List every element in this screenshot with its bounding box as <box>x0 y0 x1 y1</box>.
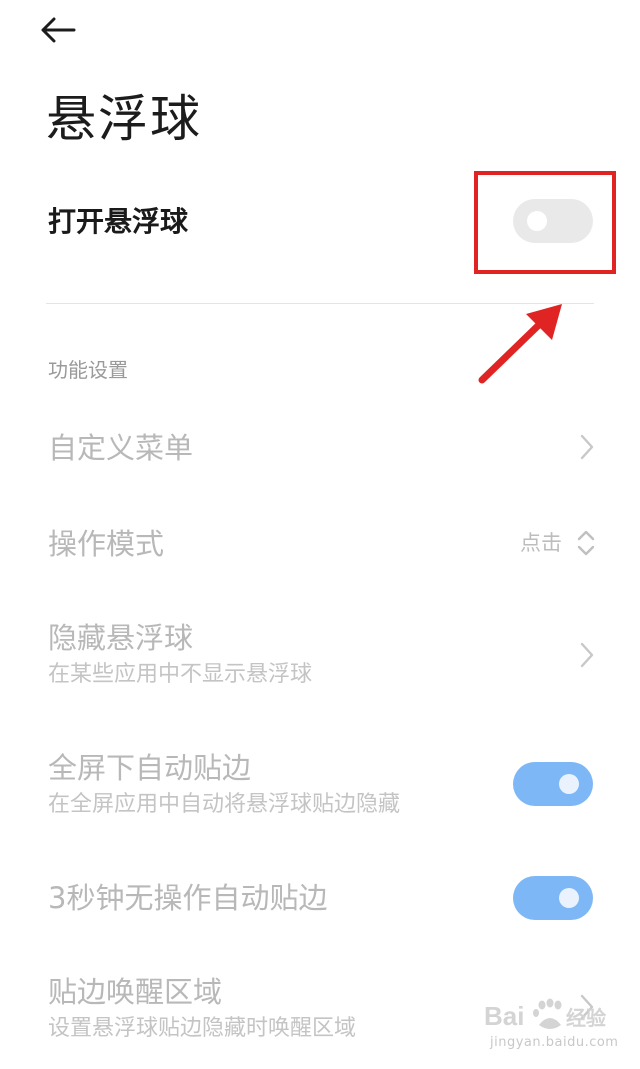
row-title: 3秒钟无操作自动贴边 <box>48 881 328 915</box>
chevron-right-icon <box>580 642 594 668</box>
idle-auto-edge-row[interactable]: 3秒钟无操作自动贴边 <box>0 870 640 926</box>
master-toggle-label: 打开悬浮球 <box>48 205 189 238</box>
svg-text:Bai: Bai <box>484 1001 524 1031</box>
settings-screen: 悬浮球 打开悬浮球 功能设置 自定义菜单 操作模式 点击 隐藏悬浮球 在某些应用… <box>0 0 640 1069</box>
switch-knob <box>559 774 579 794</box>
row-title: 全屏下自动贴边 <box>48 751 252 785</box>
baidu-paw-logo-icon: Bai 经验 <box>484 998 606 1031</box>
fullscreen-auto-edge-row[interactable]: 全屏下自动贴边 在全屏应用中自动将悬浮球贴边隐藏 <box>0 746 640 826</box>
row-subtitle: 在全屏应用中自动将悬浮球贴边隐藏 <box>48 792 401 817</box>
page-title: 悬浮球 <box>46 90 202 148</box>
arrow-left-icon <box>41 17 76 43</box>
back-button[interactable] <box>40 8 96 52</box>
chevron-right-icon <box>580 434 594 460</box>
row-title: 操作模式 <box>48 527 165 561</box>
row-title: 隐藏悬浮球 <box>48 621 194 655</box>
row-title: 贴边唤醒区域 <box>48 975 223 1009</box>
chevron-up-down-icon <box>577 530 595 556</box>
annotation-arrow-icon <box>478 304 562 384</box>
row-subtitle: 设置悬浮球贴边隐藏时唤醒区域 <box>48 1016 357 1041</box>
watermark: Bai 经验 jingyan.baidu.com <box>484 995 618 1057</box>
svg-text:经验: 经验 <box>566 1006 606 1030</box>
idle-auto-edge-switch[interactable] <box>513 876 593 920</box>
hide-floating-ball-row[interactable]: 隐藏悬浮球 在某些应用中不显示悬浮球 <box>0 616 640 696</box>
row-subtitle: 在某些应用中不显示悬浮球 <box>48 662 313 687</box>
row-title: 自定义菜单 <box>48 431 194 465</box>
operation-mode-value: 点击 <box>520 531 562 555</box>
switch-knob <box>559 888 579 908</box>
operation-mode-row[interactable]: 操作模式 点击 <box>0 516 640 572</box>
annotation-highlight-box <box>474 171 616 274</box>
section-header: 功能设置 <box>48 358 128 382</box>
custom-menu-row[interactable]: 自定义菜单 <box>0 420 640 476</box>
watermark-url: jingyan.baidu.com <box>490 1035 619 1050</box>
fullscreen-auto-edge-switch[interactable] <box>513 762 593 806</box>
